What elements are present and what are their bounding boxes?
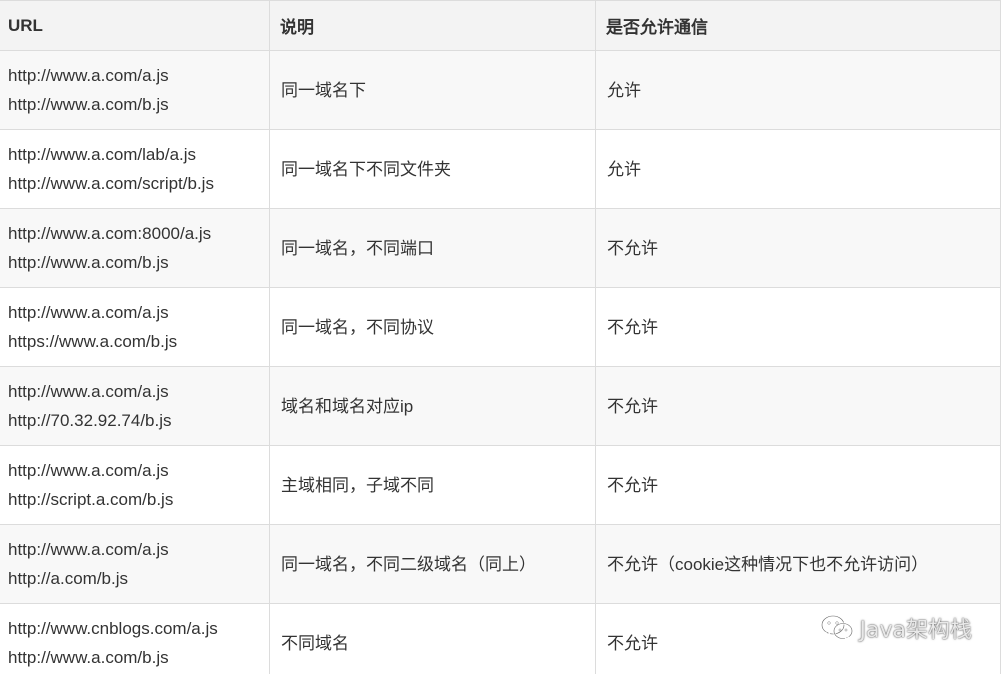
header-url: URL	[0, 0, 270, 51]
header-allowed: 是否允许通信	[595, 0, 1001, 51]
url-line: http://www.a.com/a.js	[8, 382, 169, 401]
url-line: http://www.a.com/b.js	[8, 648, 169, 667]
table-row: http://www.a.com:8000/a.js http://www.a.…	[0, 208, 1001, 288]
url-line: http://a.com/b.js	[8, 569, 128, 588]
url-line: http://www.cnblogs.com/a.js	[8, 619, 218, 638]
table-row: http://www.a.com/a.js http://www.a.com/b…	[0, 50, 1001, 130]
description-cell: 域名和域名对应ip	[269, 366, 596, 446]
allowed-cell: 允许	[595, 129, 1001, 209]
url-line: http://www.a.com/a.js	[8, 461, 169, 480]
url-cell: http://www.cnblogs.com/a.js http://www.a…	[0, 603, 270, 674]
allowed-cell: 允许	[595, 50, 1001, 130]
table-row: http://www.a.com/a.js http://a.com/b.js …	[0, 524, 1001, 604]
description-cell: 同一域名下	[269, 50, 596, 130]
url-line: http://www.a.com/a.js	[8, 540, 169, 559]
allowed-cell: 不允许	[595, 603, 1001, 674]
table-row: http://www.a.com/a.js https://www.a.com/…	[0, 287, 1001, 367]
url-line: http://www.a.com:8000/a.js	[8, 224, 212, 243]
description-cell: 同一域名下不同文件夹	[269, 129, 596, 209]
url-cell: http://www.a.com/a.js http://a.com/b.js	[0, 524, 270, 604]
description-cell: 主域相同，子域不同	[269, 445, 596, 525]
description-cell: 同一域名，不同端口	[269, 208, 596, 288]
description-cell: 同一域名，不同协议	[269, 287, 596, 367]
url-cell: http://www.a.com/a.js http://70.32.92.74…	[0, 366, 270, 446]
url-cell: http://www.a.com/lab/a.js http://www.a.c…	[0, 129, 270, 209]
header-description: 说明	[269, 0, 596, 51]
description-cell: 不同域名	[269, 603, 596, 674]
table-header-row: URL 说明 是否允许通信	[0, 0, 1001, 51]
url-line: http://www.a.com/b.js	[8, 95, 169, 114]
url-line: http://www.a.com/lab/a.js	[8, 145, 197, 164]
url-cell: http://www.a.com/a.js http://www.a.com/b…	[0, 50, 270, 130]
url-line: http://www.a.com/script/b.js	[8, 174, 214, 193]
url-cell: http://www.a.com/a.js http://script.a.co…	[0, 445, 270, 525]
url-line: http://www.a.com/b.js	[8, 253, 169, 272]
same-origin-table: URL 说明 是否允许通信 http://www.a.com/a.js http…	[0, 0, 1001, 674]
allowed-cell: 不允许	[595, 287, 1001, 367]
table-row: http://www.a.com/lab/a.js http://www.a.c…	[0, 129, 1001, 209]
url-cell: http://www.a.com:8000/a.js http://www.a.…	[0, 208, 270, 288]
allowed-cell: 不允许（cookie这种情况下也不允许访问）	[595, 524, 1001, 604]
table-row: http://www.cnblogs.com/a.js http://www.a…	[0, 603, 1001, 674]
url-line: http://www.a.com/a.js	[8, 303, 169, 322]
url-line: http://70.32.92.74/b.js	[8, 411, 172, 430]
table-row: http://www.a.com/a.js http://script.a.co…	[0, 445, 1001, 525]
url-line: http://www.a.com/a.js	[8, 66, 169, 85]
allowed-cell: 不允许	[595, 366, 1001, 446]
table-row: http://www.a.com/a.js http://70.32.92.74…	[0, 366, 1001, 446]
url-line: https://www.a.com/b.js	[8, 332, 178, 351]
url-line: http://script.a.com/b.js	[8, 490, 174, 509]
allowed-cell: 不允许	[595, 208, 1001, 288]
description-cell: 同一域名，不同二级域名（同上）	[269, 524, 596, 604]
url-cell: http://www.a.com/a.js https://www.a.com/…	[0, 287, 270, 367]
allowed-cell: 不允许	[595, 445, 1001, 525]
